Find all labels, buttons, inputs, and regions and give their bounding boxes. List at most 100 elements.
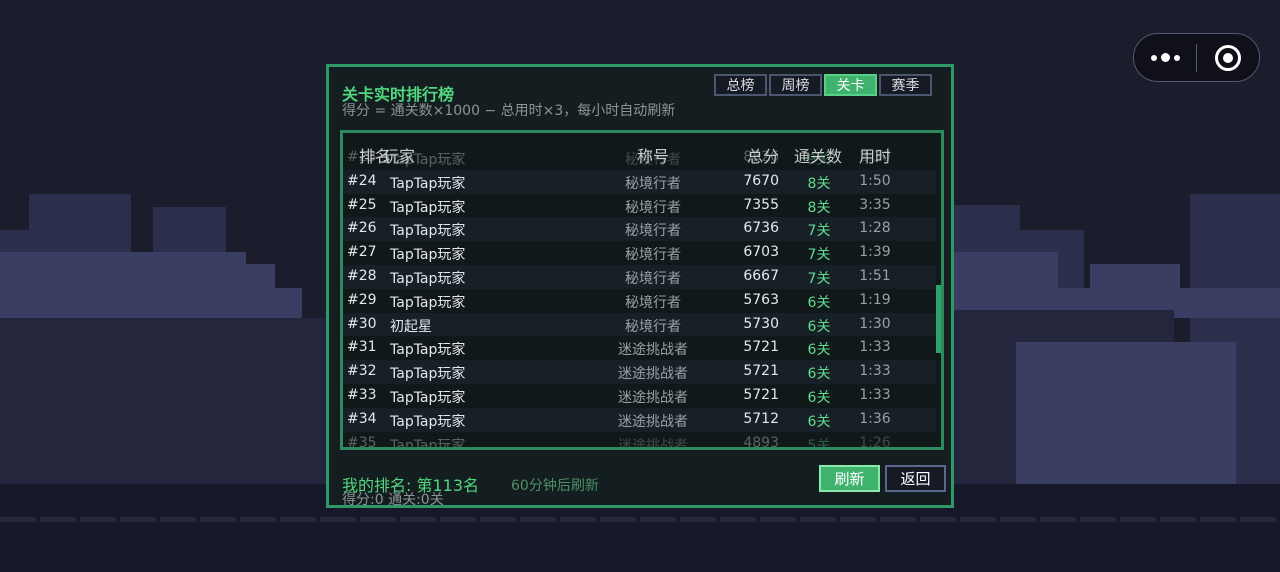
ranking-list[interactable]: #23 TapTap玩家 秘境行者 8526 9关 2:30 #24 TapTap玩家 秘境行者… xyxy=(340,130,944,450)
player-title: 迷途挑战者 xyxy=(618,413,688,430)
rank-cell: #26 xyxy=(347,220,377,237)
score-cell: 6667 xyxy=(743,267,779,284)
time-cell: 1:19 xyxy=(859,291,891,308)
levels-cell: 8关 xyxy=(807,199,831,216)
header-score: 总分 xyxy=(746,147,779,166)
skyline-block xyxy=(1236,320,1280,484)
refresh-countdown: 60分钟后刷新 xyxy=(511,478,599,494)
ground-dashes xyxy=(0,517,1280,522)
score-cell: 7355 xyxy=(743,196,779,213)
time-cell: 1:51 xyxy=(859,267,891,284)
player-name: TapTap玩家 xyxy=(390,437,466,450)
player-title: 秘境行者 xyxy=(625,270,681,287)
player-title: 秘境行者 xyxy=(625,199,681,216)
levels-cell: 7关 xyxy=(807,247,831,264)
player-name: TapTap玩家 xyxy=(390,413,466,430)
rank-cell: #32 xyxy=(347,363,377,380)
header-levels: 通关数 xyxy=(793,147,842,166)
table-row[interactable]: #26 TapTap玩家 秘境行者 6736 7关 1:28 xyxy=(343,217,939,242)
score-cell: 4893 xyxy=(743,434,779,450)
time-cell: 1:39 xyxy=(859,244,891,261)
player-title: 秘境行者 xyxy=(625,247,681,264)
table-row[interactable]: #29 TapTap玩家 秘境行者 5763 6关 1:19 xyxy=(343,289,939,313)
score-cell: 5721 xyxy=(743,363,779,380)
time-cell: 3:35 xyxy=(859,196,891,213)
tab-season[interactable]: 赛季 xyxy=(879,74,932,96)
time-cell: 1:28 xyxy=(859,220,891,237)
rank-cell: #28 xyxy=(347,267,377,284)
score-cell: 5763 xyxy=(743,291,779,308)
table-row[interactable]: #25 TapTap玩家 秘境行者 7355 8关 3:35 xyxy=(343,194,939,218)
my-stats: 得分:0 通关:0关 xyxy=(342,492,444,508)
time-cell: 1:36 xyxy=(859,410,891,427)
rank-cell: #34 xyxy=(347,410,377,427)
target-icon[interactable] xyxy=(1197,44,1259,71)
player-title: 秘境行者 xyxy=(625,318,681,335)
back-button[interactable]: 返回 xyxy=(885,465,946,492)
skyline-block xyxy=(954,252,1058,288)
table-row[interactable]: #27 TapTap玩家 秘境行者 6703 7关 1:39 xyxy=(343,241,939,265)
player-name: TapTap玩家 xyxy=(390,223,466,240)
time-cell: 1:33 xyxy=(859,386,891,403)
scrollbar-track[interactable] xyxy=(936,133,941,447)
rank-cell: #30 xyxy=(347,315,377,332)
table-row[interactable]: #30 初起星 秘境行者 5730 6关 1:30 xyxy=(343,312,939,337)
table-row[interactable]: #24 TapTap玩家 秘境行者 7670 8关 1:50 xyxy=(343,169,939,194)
table-row[interactable]: #32 TapTap玩家 迷途挑战者 5721 6关 1:33 xyxy=(343,360,939,384)
table-row[interactable]: #28 TapTap玩家 秘境行者 6667 7关 1:51 xyxy=(343,264,939,289)
capsule-menu xyxy=(1133,33,1260,82)
time-cell: 1:33 xyxy=(859,363,891,380)
levels-cell: 6关 xyxy=(807,294,831,311)
player-name: TapTap玩家 xyxy=(390,175,466,192)
levels-cell: 6关 xyxy=(807,318,831,335)
rank-cell: #25 xyxy=(347,196,377,213)
player-name: TapTap玩家 xyxy=(390,389,466,406)
score-cell: 5721 xyxy=(743,386,779,403)
more-dots-icon[interactable] xyxy=(1134,53,1196,62)
score-cell: 5730 xyxy=(743,315,779,332)
levels-cell: 6关 xyxy=(807,366,831,383)
table-row[interactable]: #33 TapTap玩家 迷途挑战者 5721 6关 1:33 xyxy=(343,384,939,408)
player-name: 初起星 xyxy=(390,318,432,335)
table-row[interactable]: #35 TapTap玩家 迷途挑战者 4893 5关 1:26 xyxy=(343,432,939,450)
table-row[interactable]: #31 TapTap玩家 迷途挑战者 5721 6关 1:33 xyxy=(343,336,939,360)
player-name: TapTap玩家 xyxy=(390,199,466,216)
player-name: TapTap玩家 xyxy=(390,270,466,287)
leaderboard-panel: 关卡实时排行榜 得分 = 通关数×1000 − 总用时×3，每小时自动刷新 总榜… xyxy=(326,64,954,508)
header-player: 玩家 xyxy=(383,147,416,166)
rank-cell: #27 xyxy=(347,244,377,261)
ranking-rows: #23 TapTap玩家 秘境行者 8526 9关 2:30 #24 TapTap玩家 秘境行者… xyxy=(343,146,939,450)
leaderboard-tabs: 总榜 周榜 关卡 赛季 xyxy=(714,74,932,96)
rank-cell: #33 xyxy=(347,386,377,403)
score-formula: 得分 = 通关数×1000 − 总用时×3，每小时自动刷新 xyxy=(342,103,676,119)
time-cell: 1:33 xyxy=(859,339,891,356)
rank-cell: #31 xyxy=(347,339,377,356)
time-cell: 1:30 xyxy=(859,315,891,332)
player-title: 迷途挑战者 xyxy=(618,389,688,406)
player-title: 迷途挑战者 xyxy=(618,366,688,383)
player-title: 秘境行者 xyxy=(625,223,681,240)
levels-cell: 6关 xyxy=(807,342,831,359)
rank-cell: #29 xyxy=(347,291,377,308)
score-cell: 6736 xyxy=(743,220,779,237)
player-title: 秘境行者 xyxy=(625,294,681,311)
levels-cell: 8关 xyxy=(807,175,831,192)
tab-level[interactable]: 关卡 xyxy=(824,74,877,96)
levels-cell: 7关 xyxy=(807,270,831,287)
table-row[interactable]: #34 TapTap玩家 迷途挑战者 5712 6关 1:36 xyxy=(343,407,939,432)
tab-total[interactable]: 总榜 xyxy=(714,74,767,96)
time-cell: 1:50 xyxy=(859,172,891,189)
tab-weekly[interactable]: 周榜 xyxy=(769,74,822,96)
player-name: TapTap玩家 xyxy=(390,294,466,311)
player-name: TapTap玩家 xyxy=(390,342,466,359)
scrollbar-thumb[interactable] xyxy=(936,285,941,353)
skyline-block xyxy=(0,318,330,484)
score-cell: 6703 xyxy=(743,244,779,261)
time-cell: 1:26 xyxy=(859,434,891,450)
levels-cell: 6关 xyxy=(807,389,831,406)
player-title: 秘境行者 xyxy=(625,175,681,192)
rank-cell: #35 xyxy=(347,434,377,450)
score-cell: 5712 xyxy=(743,410,779,427)
refresh-button[interactable]: 刷新 xyxy=(819,465,880,492)
levels-cell: 7关 xyxy=(807,223,831,240)
